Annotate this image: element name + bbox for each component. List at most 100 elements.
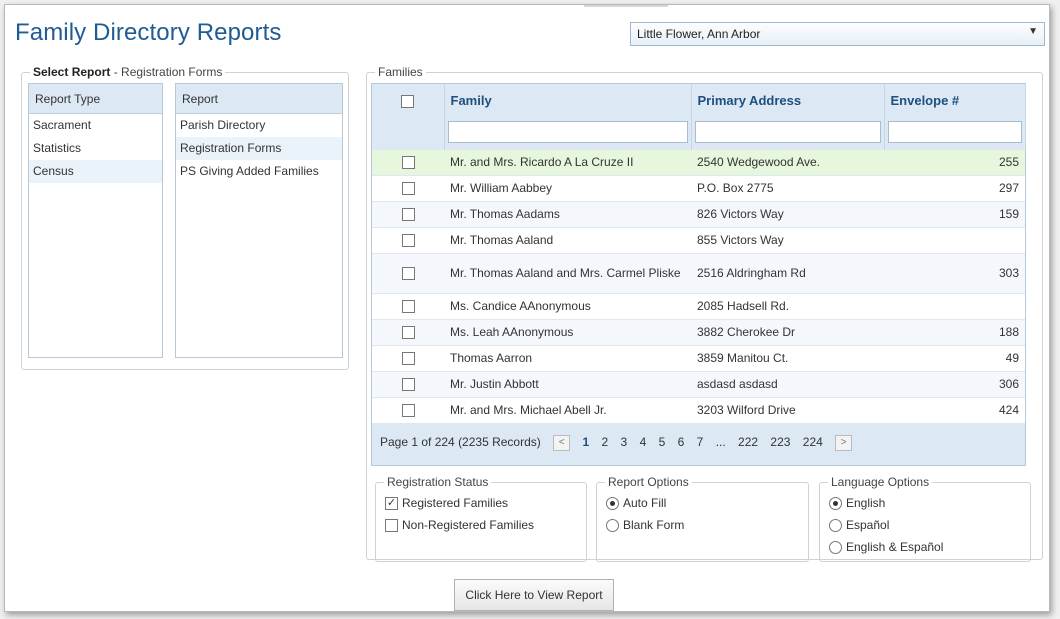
english-radio[interactable] (829, 497, 842, 511)
select-all-cell (372, 84, 445, 116)
table-row[interactable]: Mr. William Aabbey P.O. Box 2775 297 (372, 174, 1025, 201)
view-report-button[interactable]: Click Here to View Report (454, 579, 614, 611)
non-registered-families-option[interactable]: Non-Registered Families (385, 518, 535, 533)
report-item-ps-giving[interactable]: PS Giving Added Families (176, 160, 342, 183)
blank-form-option[interactable]: Blank Form (606, 518, 684, 533)
table-row[interactable]: Mr. Thomas Aadams 826 Victors Way 159 (372, 200, 1025, 227)
report-header: Report (176, 84, 342, 114)
table-row[interactable]: Thomas Aarron 3859 Manitou Ct. 49 (372, 344, 1025, 371)
table-row[interactable]: Mr. and Mrs. Michael Abell Jr. 3203 Wilf… (372, 396, 1025, 423)
address-cell: 2540 Wedgewood Ave. (691, 148, 884, 175)
table-row[interactable]: Ms. Candice AAnonymous 2085 Hadsell Rd. (372, 292, 1025, 319)
page-link[interactable]: 6 (678, 435, 685, 449)
report-list: Report Parish Directory Registration For… (175, 83, 343, 358)
english-espanol-radio[interactable] (829, 541, 842, 555)
families-panel: Families Family Primary Address Envelope… (366, 65, 1043, 562)
table-row[interactable]: Ms. Leah AAnonymous 3882 Cherokee Dr 188 (372, 318, 1025, 345)
family-cell: Mr. Thomas Aaland (444, 226, 691, 253)
row-checkbox[interactable] (401, 300, 415, 314)
report-options-group: Report Options Auto Fill Blank Form (596, 475, 809, 562)
envelope-cell (884, 226, 1025, 253)
family-cell: Ms. Candice AAnonymous (444, 292, 691, 319)
report-item-registration-forms[interactable]: Registration Forms (176, 137, 342, 160)
top-accent-line (584, 5, 668, 7)
page-link[interactable]: 2 (602, 435, 609, 449)
envelope-cell: 49 (884, 344, 1025, 371)
row-checkbox[interactable] (401, 267, 415, 281)
page-title: Family Directory Reports (15, 19, 282, 46)
auto-fill-label: Auto Fill (623, 496, 667, 510)
non-registered-families-checkbox[interactable] (385, 519, 398, 533)
language-options-legend: Language Options (828, 475, 933, 489)
envelope-filter-input[interactable] (887, 121, 1022, 144)
blank-form-radio[interactable] (606, 519, 619, 533)
espanol-label: Español (846, 518, 890, 532)
address-cell: 855 Victors Way (691, 226, 884, 253)
non-registered-families-label: Non-Registered Families (402, 518, 535, 532)
report-window: Family Directory Reports Little Flower, … (4, 4, 1050, 612)
prev-page-button[interactable]: < (553, 435, 571, 451)
parish-select-value: Little Flower, Ann Arbor (637, 27, 761, 41)
envelope-cell: 303 (884, 252, 1025, 293)
page-link[interactable]: 4 (640, 435, 647, 449)
row-checkbox[interactable] (401, 404, 415, 418)
report-type-item-statistics[interactable]: Statistics (29, 137, 162, 160)
address-cell: 826 Victors Way (691, 200, 884, 227)
row-checkbox[interactable] (401, 352, 415, 366)
row-checkbox[interactable] (401, 156, 415, 170)
family-cell: Mr. and Mrs. Michael Abell Jr. (444, 396, 691, 423)
auto-fill-radio[interactable] (606, 497, 619, 511)
page-link[interactable]: 5 (659, 435, 666, 449)
envelope-cell: 297 (884, 174, 1025, 201)
address-filter-input[interactable] (694, 121, 881, 144)
family-cell: Thomas Aarron (444, 344, 691, 371)
page-link[interactable]: 222 (738, 435, 758, 449)
envelope-cell: 424 (884, 396, 1025, 423)
next-page-button[interactable]: > (835, 435, 853, 451)
page-link[interactable]: 224 (803, 435, 823, 449)
column-primary-address[interactable]: Primary Address (691, 84, 885, 116)
registered-families-checkbox[interactable]: ✓ (385, 497, 398, 511)
row-checkbox[interactable] (401, 234, 415, 248)
select-all-checkbox[interactable] (401, 94, 415, 108)
envelope-cell: 159 (884, 200, 1025, 227)
english-espanol-option[interactable]: English & Español (829, 540, 943, 555)
espanol-radio[interactable] (829, 519, 842, 533)
page-ellipsis[interactable]: ... (716, 435, 726, 449)
address-cell: 3882 Cherokee Dr (691, 318, 884, 345)
family-filter-input[interactable] (447, 121, 688, 144)
espanol-option[interactable]: Español (829, 518, 890, 533)
page-link[interactable]: 1 (582, 435, 589, 449)
parish-select[interactable]: Little Flower, Ann Arbor ▼ (630, 22, 1045, 46)
report-type-item-census[interactable]: Census (29, 160, 162, 183)
filter-spacer (372, 116, 445, 149)
auto-fill-option[interactable]: Auto Fill (606, 496, 667, 511)
chevron-down-icon[interactable]: ▼ (1028, 26, 1038, 37)
column-envelope[interactable]: Envelope # (884, 84, 1026, 116)
select-report-legend: Select Report - Registration Forms (30, 65, 226, 79)
row-checkbox[interactable] (401, 326, 415, 340)
registered-families-option[interactable]: ✓ Registered Families (385, 496, 509, 511)
families-legend: Families (375, 65, 426, 79)
row-checkbox[interactable] (401, 182, 415, 196)
page-link[interactable]: 7 (697, 435, 704, 449)
registration-status-legend: Registration Status (384, 475, 492, 489)
english-label: English (846, 496, 886, 510)
page-link[interactable]: 3 (621, 435, 628, 449)
report-item-parish-directory[interactable]: Parish Directory (176, 114, 342, 137)
english-option[interactable]: English (829, 496, 886, 511)
language-options-group: Language Options English Español English… (819, 475, 1031, 562)
table-row[interactable]: Mr. Thomas Aaland and Mrs. Carmel Pliske… (372, 252, 1025, 293)
envelope-cell: 255 (884, 148, 1025, 175)
table-row[interactable]: Mr. and Mrs. Ricardo A La Cruze II 2540 … (372, 148, 1025, 175)
table-row[interactable]: Mr. Thomas Aaland 855 Victors Way (372, 226, 1025, 253)
column-family[interactable]: Family (444, 84, 692, 116)
family-cell: Mr. Thomas Aaland and Mrs. Carmel Pliske (444, 252, 691, 293)
page-link[interactable]: 223 (770, 435, 790, 449)
address-cell: 3859 Manitou Ct. (691, 344, 884, 371)
table-row[interactable]: Mr. Justin Abbott asdasd asdasd 306 (372, 370, 1025, 397)
report-type-item-sacrament[interactable]: Sacrament (29, 114, 162, 137)
registered-families-label: Registered Families (402, 496, 509, 510)
row-checkbox[interactable] (401, 378, 415, 392)
row-checkbox[interactable] (401, 208, 415, 222)
